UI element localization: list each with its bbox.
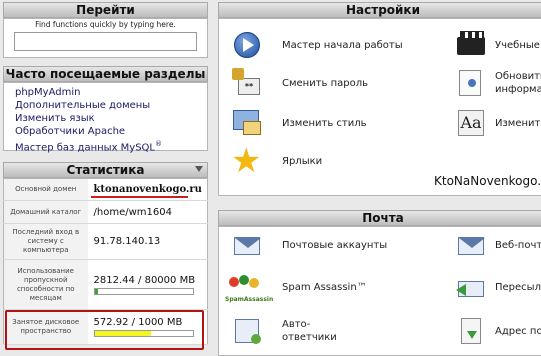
spamassassin-logo-text: SpamAssassin xyxy=(225,296,274,303)
change-font-item[interactable]: Aa Изменить xyxy=(455,107,541,139)
star-icon: ★ xyxy=(231,141,262,181)
site-watermark: KtoNaNovenkogo.ru xyxy=(434,174,541,188)
stats-label: Основной домен xyxy=(3,178,88,201)
item-label: Авто-ответчики xyxy=(282,318,337,344)
envelope-icon xyxy=(231,229,263,261)
default-address-icon xyxy=(455,315,487,347)
forward-icon xyxy=(455,271,487,303)
item-label: Пересыл xyxy=(495,281,541,293)
stats-label: Домашний каталог xyxy=(3,200,88,224)
stats-row-home-dir: Домашний каталог /home/wm1604 xyxy=(3,200,208,224)
font-icon: Aa xyxy=(455,107,487,139)
home-dir-value: /home/wm1604 xyxy=(87,200,208,224)
update-contact-info-item[interactable]: Обновить информа xyxy=(455,67,541,99)
autoresponder-icon xyxy=(231,315,263,347)
change-password-item[interactable]: ** Сменить пароль xyxy=(231,67,368,99)
video-tutorials-item[interactable]: Учебные xyxy=(455,29,540,61)
item-label: Обновить информа xyxy=(495,70,541,96)
item-label: Ярлыки xyxy=(282,155,323,167)
favorites-header: Часто посещаемые разделы xyxy=(3,66,208,82)
webmail-icon xyxy=(455,229,487,261)
item-label: Почтовые аккаунты xyxy=(282,239,388,251)
item-label-line1: Обновить xyxy=(495,71,541,82)
bandwidth-value: 2812.44 / 80000 MB xyxy=(93,274,196,286)
mail-title: Почта xyxy=(362,211,404,225)
domain-underline xyxy=(91,196,188,198)
forwarders-item[interactable]: Пересыл xyxy=(455,271,541,303)
item-label: Изменить xyxy=(495,117,541,129)
settings-title: Настройки xyxy=(345,3,420,17)
item-label: Адрес по xyxy=(495,325,541,337)
lock-password-icon: ** xyxy=(231,67,263,99)
stats-label: Использование пропускной способности по … xyxy=(3,259,88,310)
spamassassin-item[interactable]: SpamAssassin Spam Assassin™ xyxy=(225,271,367,303)
webmail-item[interactable]: Веб-почт xyxy=(455,229,541,261)
favorite-link-phpmyadmin[interactable]: phpMyAdmin xyxy=(15,86,207,99)
goto-header: Перейти xyxy=(3,2,208,18)
getting-started-wizard-item[interactable]: Мастер начала работы xyxy=(231,29,403,61)
disk-highlight-frame xyxy=(5,310,204,350)
favorites-panel: phpMyAdmin Дополнительные домены Изменит… xyxy=(3,82,208,154)
function-search-input[interactable] xyxy=(14,32,197,51)
last-login-value: 91.78.140.13 xyxy=(87,223,208,260)
item-label: Сменить пароль xyxy=(282,77,369,89)
goto-hint: Find functions quickly by typing here. xyxy=(35,20,176,29)
stats-header[interactable]: Статистика xyxy=(3,162,208,178)
stats-row-bandwidth: Использование пропускной способности по … xyxy=(3,259,208,310)
mail-header: Почта xyxy=(218,210,541,226)
item-label: Учебные xyxy=(495,39,540,51)
registered-mark: ® xyxy=(155,140,162,148)
mail-panel: Почтовые аккаунты Веб-почт SpamAssassin … xyxy=(218,226,541,356)
bandwidth-bar xyxy=(93,287,194,295)
stats-row-last-login: Последний вход в систему с компьютера 91… xyxy=(3,223,208,260)
bandwidth-cell: 2812.44 / 80000 MB xyxy=(87,259,208,310)
goto-title: Перейти xyxy=(76,3,135,17)
settings-panel: Мастер начала работы Учебные ** Сменить … xyxy=(218,18,541,196)
style-icon xyxy=(231,107,263,139)
settings-header: Настройки xyxy=(218,2,541,18)
spamassassin-icon: SpamAssassin xyxy=(225,271,273,303)
contact-info-icon xyxy=(455,67,487,99)
item-label-line2: информа xyxy=(495,84,541,95)
stats-title: Статистика xyxy=(66,163,145,177)
mysql-wizard-label: Мастер баз данных MySQL xyxy=(15,142,155,154)
collapse-arrow-icon[interactable] xyxy=(195,166,203,172)
stats-label: Последний вход в систему с компьютера xyxy=(3,223,88,260)
shortcuts-item[interactable]: ★ Ярлыки xyxy=(231,141,323,181)
favorite-link-apache-handlers[interactable]: Обработчики Apache xyxy=(15,125,207,138)
item-label-line1: Авто- xyxy=(282,319,311,330)
item-label: Spam Assassin™ xyxy=(282,281,367,293)
favorite-link-addon-domains[interactable]: Дополнительные домены xyxy=(15,99,207,112)
item-label: Веб-почт xyxy=(495,239,541,251)
play-icon xyxy=(231,29,263,61)
item-label-line2: ответчики xyxy=(282,332,337,343)
change-style-item[interactable]: Изменить стиль xyxy=(231,107,367,139)
goto-panel: Find functions quickly by typing here. xyxy=(3,18,208,58)
email-accounts-item[interactable]: Почтовые аккаунты xyxy=(231,229,387,261)
item-label: Изменить стиль xyxy=(282,117,367,129)
autoresponders-item[interactable]: Авто-ответчики xyxy=(231,315,337,347)
film-icon xyxy=(455,29,487,61)
item-label: Мастер начала работы xyxy=(282,39,403,51)
favorite-link-mysql-wizard[interactable]: Мастер баз данных MySQL® xyxy=(15,138,207,154)
default-address-item[interactable]: Адрес по xyxy=(455,315,541,347)
favorites-title: Часто посещаемые разделы xyxy=(5,67,206,81)
favorite-link-change-language[interactable]: Изменить язык xyxy=(15,112,207,125)
bandwidth-bar-fill xyxy=(94,288,98,294)
